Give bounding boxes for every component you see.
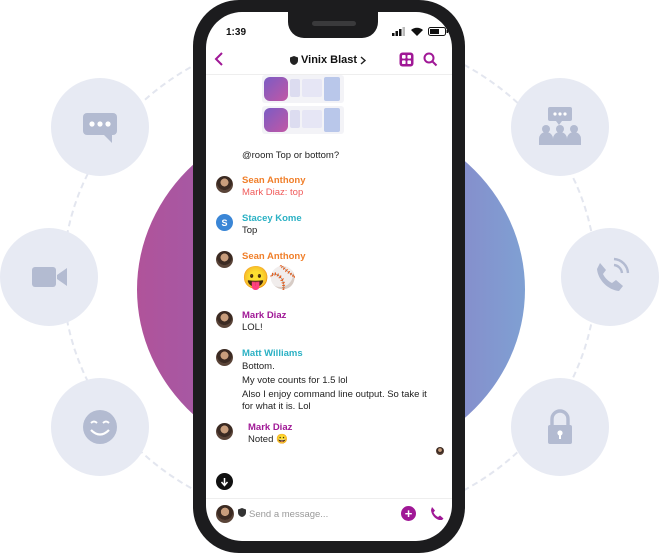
avatar[interactable]: S	[216, 214, 233, 231]
channel-name: Vinix Blast	[301, 54, 358, 66]
message-text: Noted 😀	[248, 434, 288, 445]
status-time: 1:39	[226, 27, 247, 38]
smiley-icon	[51, 378, 149, 476]
avatar[interactable]	[216, 251, 233, 268]
video-camera-icon	[0, 228, 98, 326]
message: Sean Anthony Mark Diaz: top	[242, 175, 306, 199]
channel-title[interactable]: Vinix Blast	[290, 54, 367, 66]
status-icons	[392, 27, 448, 36]
message-text: for what it is. Lol	[242, 401, 311, 412]
group-chat-icon	[511, 78, 609, 176]
message-text: @room Top or bottom?	[242, 150, 340, 161]
chat-bubble-icon	[51, 78, 149, 176]
message-text: My vote counts for 1.5 lol	[242, 375, 348, 386]
phone-ring-icon	[561, 228, 659, 326]
message-text: Also I enjoy command line output. So tak…	[242, 389, 427, 400]
chat-header: Vinix Blast	[206, 46, 452, 75]
message-text: Mark Diaz: top	[242, 187, 304, 198]
wifi-icon	[411, 27, 423, 36]
read-receipt-avatar	[436, 447, 444, 455]
emoji-message: 😛⚾	[242, 265, 297, 290]
add-attachment-button[interactable]: +	[401, 506, 416, 521]
author-name[interactable]: Mark Diaz	[242, 310, 286, 322]
apps-grid-icon[interactable]	[399, 52, 414, 67]
message-text: Bottom.	[242, 361, 275, 372]
avatar[interactable]	[216, 176, 233, 193]
author-name[interactable]: Stacey Kome	[242, 213, 302, 225]
avatar[interactable]	[216, 311, 233, 328]
shield-icon	[290, 55, 298, 65]
message-input[interactable]	[249, 509, 379, 520]
jump-to-latest-button[interactable]	[216, 473, 233, 490]
chevron-right-icon	[360, 55, 367, 65]
call-icon[interactable]	[430, 506, 444, 520]
avatar[interactable]	[216, 349, 233, 366]
message-list[interactable]: @room Top or bottom? Sean Anthony Mark D…	[206, 75, 452, 463]
back-arrow-icon[interactable]	[214, 52, 224, 66]
author-name[interactable]: Mark Diaz	[248, 422, 292, 434]
search-icon[interactable]	[423, 52, 438, 67]
battery-icon	[428, 27, 448, 36]
shield-icon	[238, 508, 246, 517]
user-avatar[interactable]	[216, 505, 234, 523]
lock-icon	[511, 378, 609, 476]
phone-speaker	[312, 21, 356, 26]
arrow-down-icon	[220, 477, 229, 487]
image-attachment[interactable]	[262, 75, 344, 103]
author-name[interactable]: Sean Anthony	[242, 251, 306, 263]
image-attachment[interactable]	[262, 106, 344, 134]
signal-icon	[392, 27, 405, 36]
message: Matt Williams Bottom. My vote counts for…	[242, 348, 427, 413]
author-name[interactable]: Matt Williams	[242, 348, 427, 360]
author-name[interactable]: Sean Anthony	[242, 175, 306, 187]
composer: +	[206, 498, 452, 529]
message: Sean Anthony	[242, 251, 306, 263]
message-text: LOL!	[242, 322, 263, 333]
avatar[interactable]	[216, 423, 233, 440]
message: Mark Diaz Noted 😀	[248, 422, 292, 446]
message: Stacey Kome Top	[242, 213, 302, 237]
message-text: Top	[242, 225, 258, 236]
message: Mark Diaz LOL!	[242, 310, 286, 334]
